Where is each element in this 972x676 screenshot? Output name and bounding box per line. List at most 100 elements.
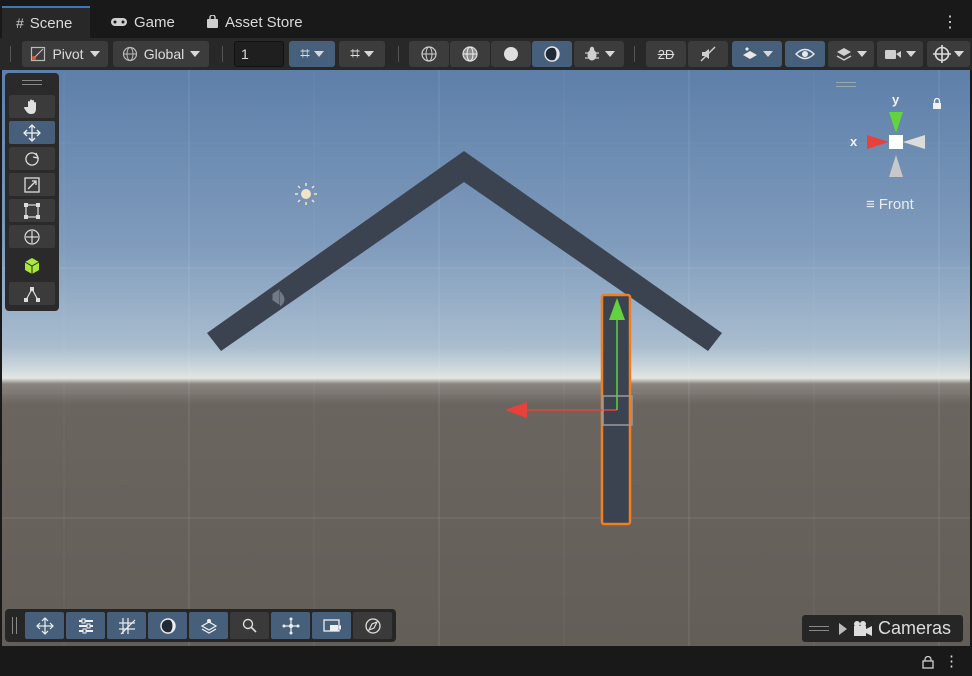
move-arrows-icon xyxy=(23,123,41,142)
roof-object[interactable] xyxy=(207,151,722,351)
lit-shading-button[interactable] xyxy=(532,41,572,67)
shaded-button[interactable] xyxy=(491,41,531,67)
status-more-menu-icon[interactable]: ⋮ xyxy=(944,652,959,670)
chevron-down-icon xyxy=(363,51,374,57)
hand-tool-button[interactable] xyxy=(9,95,55,118)
move-tool-button[interactable] xyxy=(9,121,55,144)
overlay-view-options-button[interactable] xyxy=(189,612,228,639)
scene-toolbar: Pivot Global 1 ⌗ ⌗ 2D xyxy=(0,38,972,70)
camera-preview-icon xyxy=(322,618,341,632)
wireframe-sphere-icon xyxy=(421,46,437,62)
effects-dropdown[interactable] xyxy=(732,41,782,67)
globe-icon xyxy=(122,46,137,62)
magnet-grid-icon: ⌗ xyxy=(350,44,360,63)
hamburger-icon: ≡ xyxy=(866,196,875,213)
grid-snap-icon: ⌗ xyxy=(300,44,310,63)
wireframe-shading-button[interactable] xyxy=(409,41,449,67)
layers-icon xyxy=(836,48,852,61)
search-icon xyxy=(242,618,257,633)
video-camera-icon xyxy=(885,50,901,59)
compass-icon xyxy=(364,617,381,634)
bug-icon xyxy=(585,46,599,61)
tab-game-label: Game xyxy=(134,13,175,31)
chevron-down-icon xyxy=(190,51,201,57)
grid-snap-dropdown[interactable]: ⌗ xyxy=(289,41,335,67)
custom-tool-button[interactable] xyxy=(9,254,55,277)
cube-icon xyxy=(24,257,40,274)
toggle-2d-button[interactable]: 2D xyxy=(646,41,686,67)
layers-dropdown[interactable] xyxy=(828,41,874,67)
global-label: Global xyxy=(143,46,185,62)
tool-settings-icon xyxy=(78,618,93,633)
overlay-search-button[interactable] xyxy=(230,612,269,639)
pivot-dropdown[interactable]: Pivot xyxy=(22,41,108,67)
tab-asset-store[interactable]: Asset Store xyxy=(206,6,303,38)
gizmo-drag-handle[interactable] xyxy=(836,82,856,87)
scale-icon xyxy=(24,176,40,193)
overlay-drag-handle[interactable] xyxy=(12,617,17,634)
solid-sphere-icon xyxy=(504,47,518,61)
transform-icon xyxy=(24,228,40,245)
grid-size-value: 1 xyxy=(241,46,249,62)
overlay-move-button[interactable] xyxy=(25,612,64,639)
overlay-navigation-button[interactable] xyxy=(353,612,392,639)
chevron-down-icon xyxy=(906,51,916,57)
rotate-icon xyxy=(25,151,40,166)
scale-tool-button[interactable] xyxy=(9,173,55,196)
gizmos-dropdown[interactable] xyxy=(927,41,970,67)
gizmo-x-label: x xyxy=(850,134,858,149)
scene-viewport[interactable]: x y ≡ Front xyxy=(2,70,970,646)
view-label[interactable]: ≡ Front xyxy=(866,196,914,213)
tools-drag-handle[interactable] xyxy=(22,80,42,85)
debug-draw-dropdown[interactable] xyxy=(574,41,624,67)
overlay-camera-button[interactable] xyxy=(312,612,351,639)
cameras-drag-handle[interactable] xyxy=(809,626,829,631)
move-arrows-icon xyxy=(35,616,54,635)
status-bar: ⋮ xyxy=(0,646,972,676)
speaker-muted-icon xyxy=(700,46,716,62)
edit-path-tool-button[interactable] xyxy=(9,282,55,305)
drag-handle xyxy=(10,46,11,62)
rect-transform-icon xyxy=(24,202,40,219)
tab-scene[interactable]: # Scene xyxy=(2,6,91,38)
rotate-tool-button[interactable] xyxy=(9,147,55,170)
lock-icon[interactable] xyxy=(922,656,934,669)
layers-view-icon xyxy=(200,618,217,634)
transform-tool-button[interactable] xyxy=(9,225,55,248)
overlay-grid-button[interactable] xyxy=(107,612,146,639)
overlay-orientation-button[interactable] xyxy=(271,612,310,639)
moon-sphere-icon xyxy=(159,617,176,634)
eye-icon xyxy=(795,48,815,60)
toolbar-divider xyxy=(222,46,223,62)
toolbar-divider xyxy=(398,46,399,62)
tab-scene-label: Scene xyxy=(29,14,73,32)
shaded-wireframe-button[interactable] xyxy=(450,41,490,67)
gizmo-y-label: y xyxy=(892,92,900,107)
chevron-down-icon xyxy=(857,51,867,57)
path-nodes-icon xyxy=(24,286,40,302)
cameras-label: Cameras xyxy=(878,618,952,638)
tab-asset-store-label: Asset Store xyxy=(225,13,303,31)
chevron-down-icon xyxy=(954,51,964,57)
more-menu-icon[interactable]: ⋮ xyxy=(942,12,958,32)
shaded-wire-sphere-icon xyxy=(462,46,478,62)
global-dropdown[interactable]: Global xyxy=(113,41,209,67)
tools-overlay xyxy=(5,73,59,311)
scene-visibility-button[interactable] xyxy=(785,41,825,67)
overlay-draw-mode-button[interactable] xyxy=(148,612,187,639)
camera-dropdown[interactable] xyxy=(877,41,923,67)
2d-toggle-icon: 2D xyxy=(657,46,675,62)
grid-size-input[interactable]: 1 xyxy=(234,41,284,67)
play-arrow-icon xyxy=(839,622,847,635)
rect-tool-button[interactable] xyxy=(9,199,55,222)
increment-snap-dropdown[interactable]: ⌗ xyxy=(339,41,385,67)
tab-game[interactable]: Game xyxy=(110,6,175,38)
cameras-overlay[interactable]: Cameras xyxy=(802,615,963,642)
pivot-label: Pivot xyxy=(52,46,84,62)
overlay-tool-settings-button[interactable] xyxy=(66,612,105,639)
lock-icon[interactable] xyxy=(932,98,942,110)
chevron-down-icon xyxy=(605,51,615,57)
bag-icon xyxy=(207,15,218,28)
layers-sparkle-icon xyxy=(743,47,757,59)
audio-toggle-button[interactable] xyxy=(688,41,728,67)
